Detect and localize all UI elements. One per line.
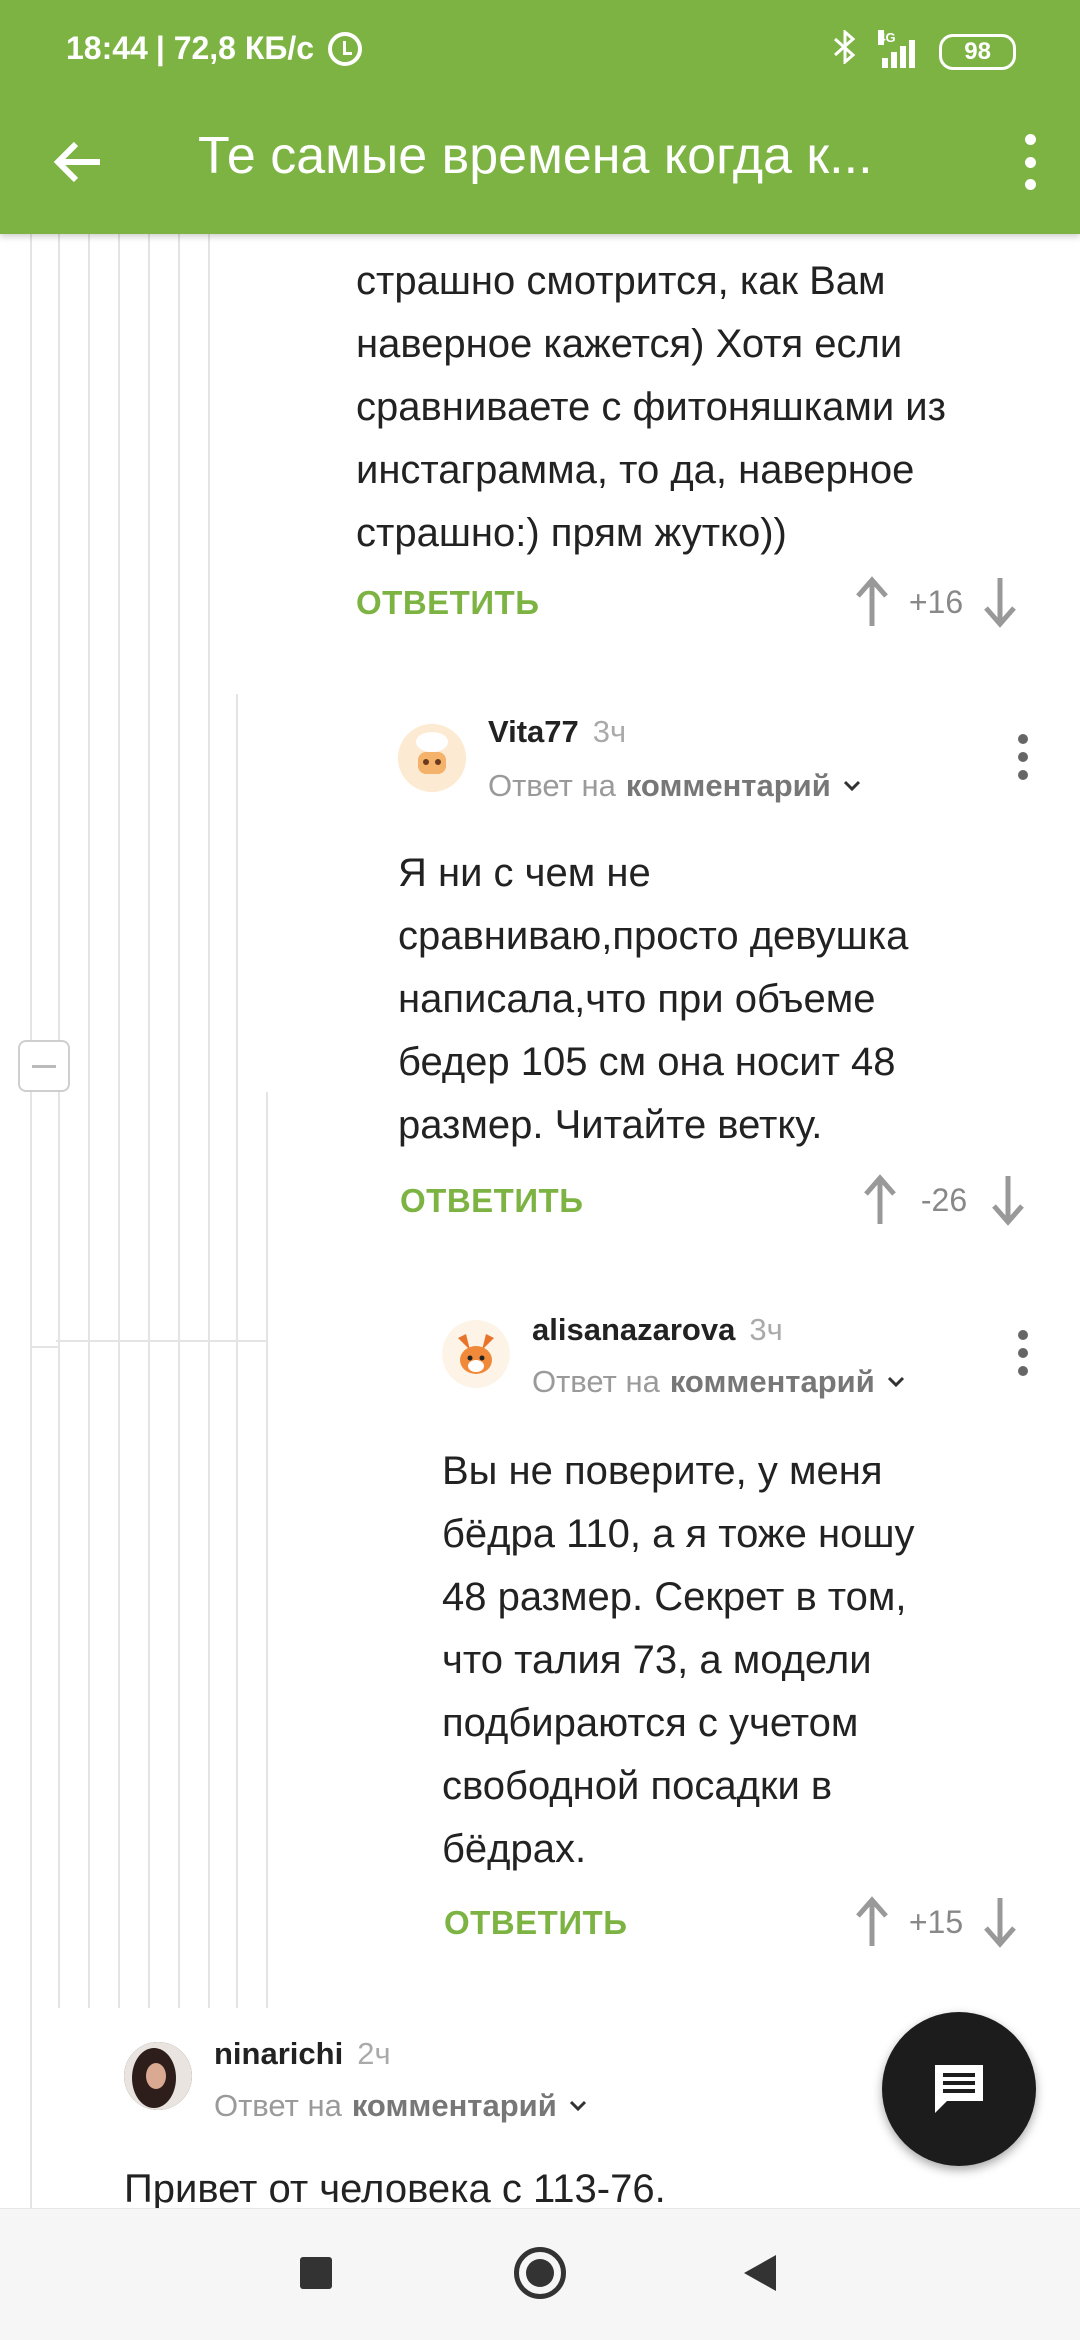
reply-button[interactable]: ОТВЕТИТЬ xyxy=(400,1182,583,1220)
battery-indicator: 98 xyxy=(939,33,1016,70)
reply-to[interactable]: Ответ на комментарий xyxy=(214,2088,589,2124)
score: +15 xyxy=(908,1903,964,1940)
page-title: Те самые времена когда к... xyxy=(198,127,873,185)
chevron-down-icon[interactable] xyxy=(885,1371,907,1393)
reply-to-link[interactable]: комментарий xyxy=(670,1364,875,1400)
app-header: 18:44 | 72,8 КБ/с 4G 98 Те самые времена… xyxy=(0,0,1080,234)
upvote-icon[interactable] xyxy=(852,1896,892,1948)
reply-to-prefix: Ответ на xyxy=(532,1364,660,1399)
thread-line xyxy=(148,234,150,2008)
comment-line: наверное кажется) Хотя если xyxy=(356,322,903,366)
comment-line: что талия 73, а модели xyxy=(442,1638,872,1682)
network-speed: | 72,8 КБ/с xyxy=(155,30,315,66)
comment-line: бёдра 110, а я тоже ношу xyxy=(442,1512,915,1556)
comment-line: страшно смотрится, как Вам xyxy=(356,259,886,303)
thread-line xyxy=(30,234,32,2208)
message-icon xyxy=(935,2065,983,2113)
reply-button[interactable]: ОТВЕТИТЬ xyxy=(444,1904,627,1942)
system-nav-bar xyxy=(0,2208,1080,2340)
comment-author: Vita77 3ч xyxy=(488,714,626,750)
comment-line: Вы не поверите, у меня xyxy=(442,1449,883,1493)
score: -26 xyxy=(920,1181,968,1218)
comment-time: 2ч xyxy=(357,2036,391,2071)
thread-line xyxy=(56,1340,268,1342)
reply-button[interactable]: ОТВЕТИТЬ xyxy=(356,584,539,622)
comments-thread[interactable]: страшно смотрится, как Вам наверное каже… xyxy=(0,234,1080,2208)
network-type: 4G xyxy=(878,29,896,45)
recents-icon[interactable] xyxy=(300,2257,332,2289)
comment-time: 3ч xyxy=(749,1312,783,1347)
arrow-back-icon[interactable] xyxy=(50,134,106,190)
reply-to-link[interactable]: комментарий xyxy=(352,2088,557,2124)
chevron-down-icon[interactable] xyxy=(841,775,863,797)
upvote-icon[interactable] xyxy=(860,1174,900,1226)
comment-line: Я ни с чем не xyxy=(398,851,651,895)
toolbar: Те самые времена когда к... xyxy=(0,100,1080,234)
comment-line: страшно:) прям жутко)) xyxy=(356,511,787,555)
upvote-icon[interactable] xyxy=(852,576,892,628)
comment-line: размер. Читайте ветку. xyxy=(398,1103,823,1147)
reply-to-prefix: Ответ на xyxy=(488,768,616,803)
comment-text: Вы не поверите, у меня бёдра 110, а я то… xyxy=(442,1440,1042,1881)
comment-line: свободной посадки в xyxy=(442,1764,833,1808)
comment-line: сравниваю,просто девушка xyxy=(398,914,909,958)
vote-control: -26 xyxy=(860,1170,1028,1230)
status-right: 4G 98 xyxy=(832,28,1016,73)
comment-line: инстаграмма, то да, наверное xyxy=(356,448,915,492)
comment-author: alisanazarova 3ч xyxy=(532,1312,783,1348)
thread-line xyxy=(58,234,60,2008)
comment-menu-icon[interactable] xyxy=(1016,1330,1030,1376)
status-bar: 18:44 | 72,8 КБ/с 4G 98 xyxy=(0,0,1080,100)
reply-to-link[interactable]: комментарий xyxy=(626,768,831,804)
comment-line: написала,что при объеме xyxy=(398,977,876,1021)
comment-line: 48 размер. Секрет в том, xyxy=(442,1575,907,1619)
downvote-icon[interactable] xyxy=(980,1896,1020,1948)
avatar[interactable] xyxy=(442,1320,510,1388)
back-icon[interactable] xyxy=(744,2255,776,2291)
thread-line xyxy=(118,234,120,2008)
reply-to[interactable]: Ответ на комментарий xyxy=(488,768,863,804)
author-name[interactable]: ninarichi xyxy=(214,2036,343,2072)
thread-line xyxy=(208,234,210,2008)
alarm-icon xyxy=(328,31,363,66)
comment-menu-icon[interactable] xyxy=(1016,734,1030,780)
bluetooth-icon xyxy=(832,28,858,73)
reply-to[interactable]: Ответ на комментарий xyxy=(532,1364,907,1400)
comment-line: подбираются с учетом xyxy=(442,1701,859,1745)
thread-line xyxy=(178,234,180,2008)
comment-text: Я ни с чем не сравниваю,просто девушка н… xyxy=(398,842,1038,1157)
comment-line: бедер 105 см она носит 48 xyxy=(398,1040,896,1084)
collapse-thread-button[interactable] xyxy=(18,1040,70,1092)
thread-line xyxy=(236,694,238,2008)
thread-line xyxy=(30,1346,60,1348)
comment-line: бёдрах. xyxy=(442,1827,587,1871)
avatar[interactable] xyxy=(398,724,466,792)
vote-control: +15 xyxy=(852,1892,1020,1952)
chevron-down-icon[interactable] xyxy=(567,2095,589,2117)
author-name[interactable]: alisanazarova xyxy=(532,1312,735,1348)
home-icon[interactable] xyxy=(514,2247,566,2299)
status-time: 18:44 xyxy=(66,30,148,66)
status-left: 18:44 | 72,8 КБ/с xyxy=(66,30,363,67)
comment-line: Привет от человека с 113-76. xyxy=(124,2167,666,2208)
thread-line xyxy=(88,234,90,2008)
comment-line: сравниваете с фитоняшками из xyxy=(356,385,946,429)
more-vertical-icon[interactable] xyxy=(1020,134,1040,190)
comment-time: 3ч xyxy=(592,714,627,749)
thread-line xyxy=(266,1092,268,2008)
score: +16 xyxy=(908,583,964,620)
reply-to-prefix: Ответ на xyxy=(214,2088,342,2123)
comment-text: страшно смотрится, как Вам наверное каже… xyxy=(356,250,1046,565)
comment-text: Привет от человека с 113-76. xyxy=(124,2158,884,2208)
comment-author: ninarichi 2ч xyxy=(214,2036,391,2072)
vote-control: +16 xyxy=(852,572,1020,632)
signal-icon: 4G xyxy=(878,29,916,68)
downvote-icon[interactable] xyxy=(988,1174,1028,1226)
downvote-icon[interactable] xyxy=(980,576,1020,628)
author-name[interactable]: Vita77 xyxy=(488,714,579,750)
comments-fab-button[interactable] xyxy=(882,2012,1036,2166)
avatar[interactable] xyxy=(124,2042,192,2110)
